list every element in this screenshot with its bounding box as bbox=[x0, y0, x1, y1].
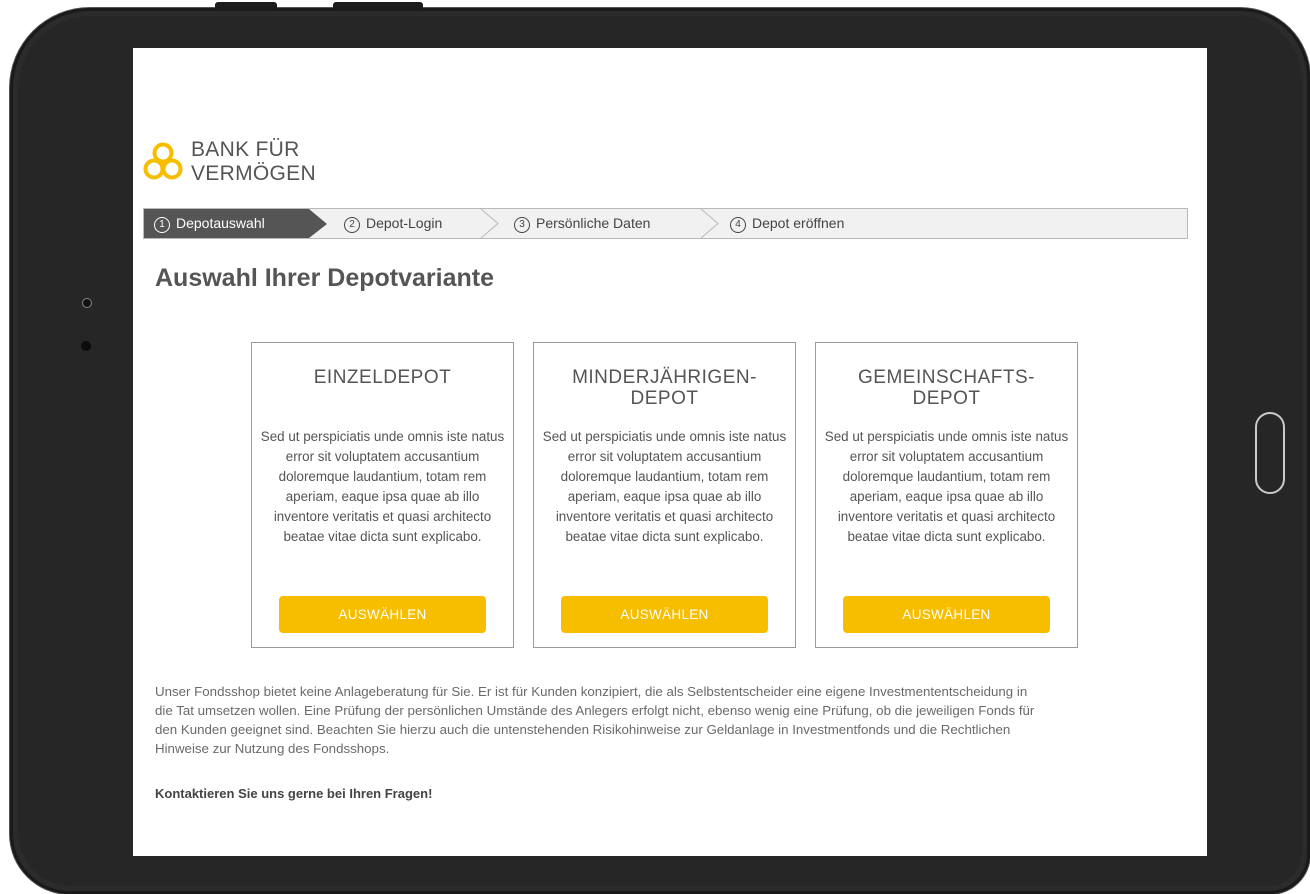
card-gemeinschafts-depot: GEMEINSCHAFTS- DEPOT Sed ut perspiciatis… bbox=[815, 342, 1078, 648]
step-number: 2 bbox=[344, 217, 360, 233]
card-description: Sed ut perspiciatis unde omnis iste natu… bbox=[824, 429, 1069, 544]
chevron-right-icon bbox=[480, 209, 499, 238]
chevron-right-icon bbox=[700, 209, 719, 238]
brand-line-1: BANK FÜR bbox=[191, 138, 300, 161]
step-depot-eroeffnen[interactable]: 4 Depot eröffnen bbox=[730, 209, 844, 238]
card-title: MINDERJÄHRIGEN- DEPOT bbox=[534, 367, 795, 411]
brand-line-2: VERMÖGEN bbox=[191, 162, 316, 185]
brand-name: BANK FÜR VERMÖGEN bbox=[191, 138, 316, 186]
card-title: GEMEINSCHAFTS- DEPOT bbox=[816, 367, 1077, 411]
volume-button bbox=[215, 2, 277, 10]
card-einzeldepot: EINZELDEPOT Sed ut perspiciatis unde omn… bbox=[251, 342, 514, 648]
camera-icon bbox=[82, 298, 92, 308]
card-title-line-1: EINZELDEPOT bbox=[313, 367, 452, 388]
power-button bbox=[333, 2, 423, 10]
select-einzeldepot-button[interactable]: AUSWÄHLEN bbox=[279, 596, 486, 633]
page-title: Auswahl Ihrer Depotvariante bbox=[155, 264, 494, 292]
step-arrow-active bbox=[309, 209, 327, 238]
select-gemeinschafts-depot-button[interactable]: AUSWÄHLEN bbox=[843, 596, 1050, 633]
sensor-icon bbox=[81, 341, 91, 351]
contact-text: Kontaktieren Sie uns gerne bei Ihren Fra… bbox=[155, 786, 433, 801]
card-title-line-1: MINDERJÄHRIGEN- bbox=[572, 367, 757, 388]
step-label: Persönliche Daten bbox=[536, 215, 651, 231]
card-description: Sed ut perspiciatis unde omnis iste natu… bbox=[542, 429, 787, 544]
progress-steps: 1 Depotauswahl 2 Depot-Login 3 Persönliche … bbox=[143, 208, 1188, 239]
home-button[interactable] bbox=[1255, 412, 1285, 494]
select-minderjaehrigen-depot-button[interactable]: AUSWÄHLEN bbox=[561, 596, 768, 633]
brand-logo[interactable]: BANK FÜR VERMÖGEN bbox=[143, 138, 316, 186]
step-number: 4 bbox=[730, 217, 746, 233]
step-label: Depot eröffnen bbox=[752, 215, 845, 231]
step-label: Depotauswahl bbox=[176, 215, 265, 231]
step-persoenliche-daten[interactable]: 3 Persönliche Daten bbox=[514, 209, 650, 238]
screen: BANK FÜR VERMÖGEN 1 Depotauswahl 2 Depot-L… bbox=[133, 48, 1207, 856]
card-minderjaehrigen-depot: MINDERJÄHRIGEN- DEPOT Sed ut perspiciati… bbox=[533, 342, 796, 648]
card-title: EINZELDEPOT bbox=[252, 367, 513, 411]
step-label: Depot-Login bbox=[366, 215, 443, 231]
step-number: 1 bbox=[154, 217, 170, 233]
card-description: Sed ut perspiciatis unde omnis iste natu… bbox=[260, 429, 505, 544]
card-title-line-1: GEMEINSCHAFTS- bbox=[858, 367, 1035, 388]
step-depot-login[interactable]: 2 Depot-Login bbox=[344, 209, 442, 238]
card-title-line-2: DEPOT bbox=[630, 388, 699, 409]
step-depotauswahl[interactable]: 1 Depotauswahl bbox=[144, 209, 309, 238]
step-number: 3 bbox=[514, 217, 530, 233]
disclaimer-text: Unser Fondsshop bietet keine Anlageberat… bbox=[155, 684, 1035, 756]
trefoil-logo-icon bbox=[143, 142, 183, 180]
card-title-line-2: DEPOT bbox=[912, 388, 981, 409]
